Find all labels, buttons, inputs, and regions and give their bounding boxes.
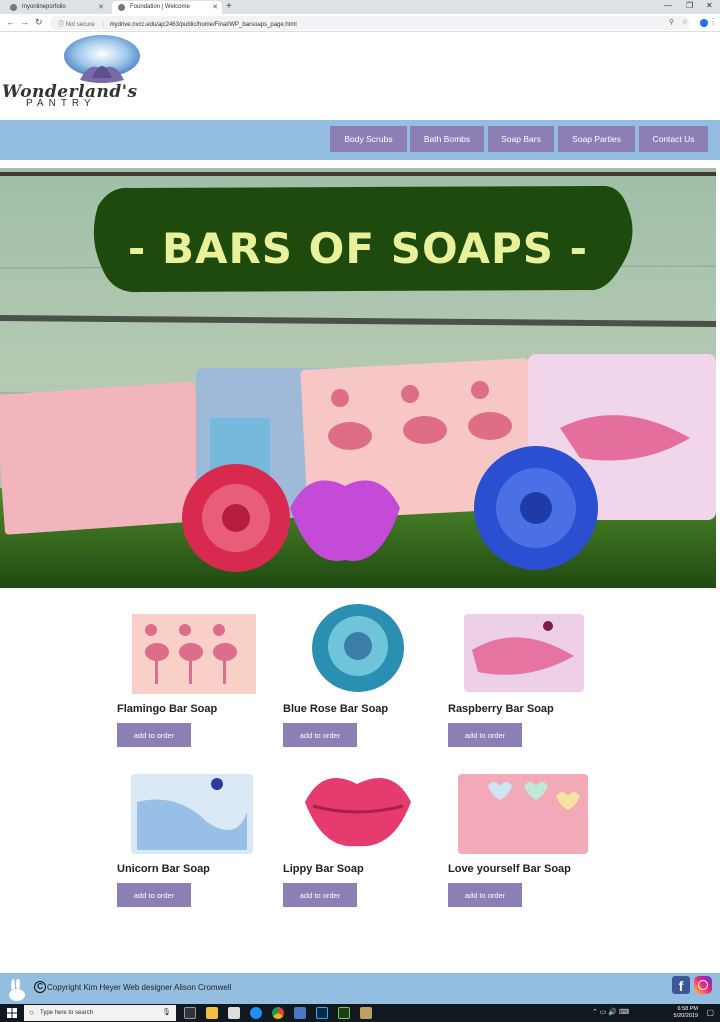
close-window-icon[interactable]: ✕ [706,1,713,10]
url-input[interactable]: ⓘ Not secure | mydrive.nvcc.edu/ajc2463/… [50,16,690,30]
browser-tab-strip: myonlineporfolio ✕ Foundation | Welcome … [0,0,720,14]
notification-icon[interactable]: ▢ [706,1008,714,1017]
add-to-order-button[interactable]: add to order [117,723,191,747]
task-view-icon[interactable] [184,1007,196,1019]
clock[interactable]: 6:58 PM 5/20/2019 [674,1006,698,1020]
system-tray-icons[interactable]: ⌃ ▭ 🔊 ⌨ [592,1008,629,1016]
flamingo-soap-image[interactable] [117,602,267,698]
logo-subtitle: PANTRY [26,98,96,109]
search-icon: ○ [29,1008,34,1017]
address-bar: ← → ↻ ⓘ Not secure | mydrive.nvcc.edu/aj… [0,14,720,32]
add-to-order-button[interactable]: add to order [283,723,357,747]
taskbar-search-input[interactable]: ○ Type here to search 🎙 [24,1005,176,1021]
new-tab-button[interactable]: + [226,1,232,12]
nav-contact-us[interactable]: Contact Us [639,126,708,152]
tab-favicon-icon [118,4,125,11]
windows-start-icon[interactable] [7,1008,17,1018]
info-icon[interactable]: ⓘ [58,22,64,28]
tab-label: myonlineporfolio [22,4,66,10]
tab-close-icon[interactable]: ✕ [212,3,218,11]
nav-bath-bombs[interactable]: Bath Bombs [410,126,484,152]
zoom-icon[interactable]: ⚲ [669,18,674,26]
file-explorer-icon[interactable] [206,1007,218,1019]
main-navigation: Body Scrubs Bath Bombs Soap Bars Soap Pa… [0,120,720,160]
hero-image: - BARS OF SOAPS - [0,168,716,588]
product-name: Unicorn Bar Soap [117,863,210,875]
product-name: Blue Rose Bar Soap [283,703,389,715]
copyright-notice: C Copyright Kim Heyer Web designer Aliso… [34,981,231,993]
product-name: Love yourself Bar Soap [448,863,571,875]
instagram-icon[interactable] [694,976,712,994]
add-to-order-button[interactable]: add to order [448,883,522,907]
copyright-icon: C [34,981,46,993]
windows-taskbar: ○ Type here to search 🎙 ⌃ ▭ 🔊 ⌨ 6:58 PM … [0,1004,720,1022]
product-name: Lippy Bar Soap [283,863,364,875]
facebook-icon[interactable]: f [672,976,690,994]
clock-date: 5/20/2019 [673,1013,698,1019]
add-to-order-button[interactable]: add to order [117,883,191,907]
hero-banner: - BARS OF SOAPS - [0,168,716,588]
photos-icon[interactable] [294,1007,306,1019]
chrome-icon[interactable] [272,1007,284,1019]
url-text: mydrive.nvcc.edu/ajc2463/public/home/Fin… [109,22,297,28]
product-grid: Flamingo Bar Soap add to order Blue Rose… [0,602,720,942]
tab-close-icon[interactable]: ✕ [98,3,104,11]
edge-icon[interactable] [250,1007,262,1019]
clock-time: 6:58 PM [677,1006,698,1012]
search-placeholder: Type here to search [40,1010,94,1016]
site-footer: C Copyright Kim Heyer Web designer Aliso… [0,973,720,1004]
microphone-icon[interactable]: 🎙 [162,1008,171,1016]
site-logo[interactable]: Wonderland's PANTRY [0,32,150,118]
menu-dots-icon[interactable]: ⋮ [709,17,717,26]
love-yourself-soap-image[interactable] [448,762,598,858]
lippy-soap-image[interactable] [283,762,433,858]
store-icon[interactable] [228,1007,240,1019]
back-arrow-icon[interactable]: ← [6,17,15,27]
browser-tab-portfolio[interactable]: myonlineporfolio ✕ [4,1,108,14]
browser-tab-foundation[interactable]: Foundation | Welcome ✕ [112,1,222,14]
restore-icon[interactable]: ❐ [686,1,693,10]
photoshop-icon[interactable] [316,1007,328,1019]
add-to-order-button[interactable]: add to order [448,723,522,747]
forward-arrow-icon[interactable]: → [20,17,29,27]
web-page: Wonderland's PANTRY Body Scrubs Bath Bom… [0,32,720,1004]
reload-icon[interactable]: ↻ [35,17,43,28]
copyright-text: Copyright Kim Heyer Web designer Alison … [47,982,232,992]
blue-rose-soap-image[interactable] [283,602,433,698]
rabbit-icon [9,979,25,1001]
tab-favicon-icon [10,4,17,11]
raspberry-soap-image[interactable] [448,602,598,698]
star-icon[interactable]: ☆ [682,18,688,26]
nav-soap-parties[interactable]: Soap Parties [558,126,635,152]
hero-title: - BARS OF SOAPS - [128,224,588,273]
nav-soap-bars[interactable]: Soap Bars [488,126,554,152]
add-to-order-button[interactable]: add to order [283,883,357,907]
tab-label: Foundation | Welcome [130,4,190,10]
profile-avatar[interactable] [700,19,708,27]
dreamweaver-icon[interactable] [338,1007,350,1019]
nav-body-scrubs[interactable]: Body Scrubs [330,126,407,152]
minimize-icon[interactable]: — [664,1,672,10]
security-label: Not secure [65,22,95,28]
product-name: Flamingo Bar Soap [117,703,218,715]
unicorn-soap-image[interactable] [117,762,267,858]
product-name: Raspberry Bar Soap [448,703,554,715]
media-icon[interactable] [360,1007,372,1019]
